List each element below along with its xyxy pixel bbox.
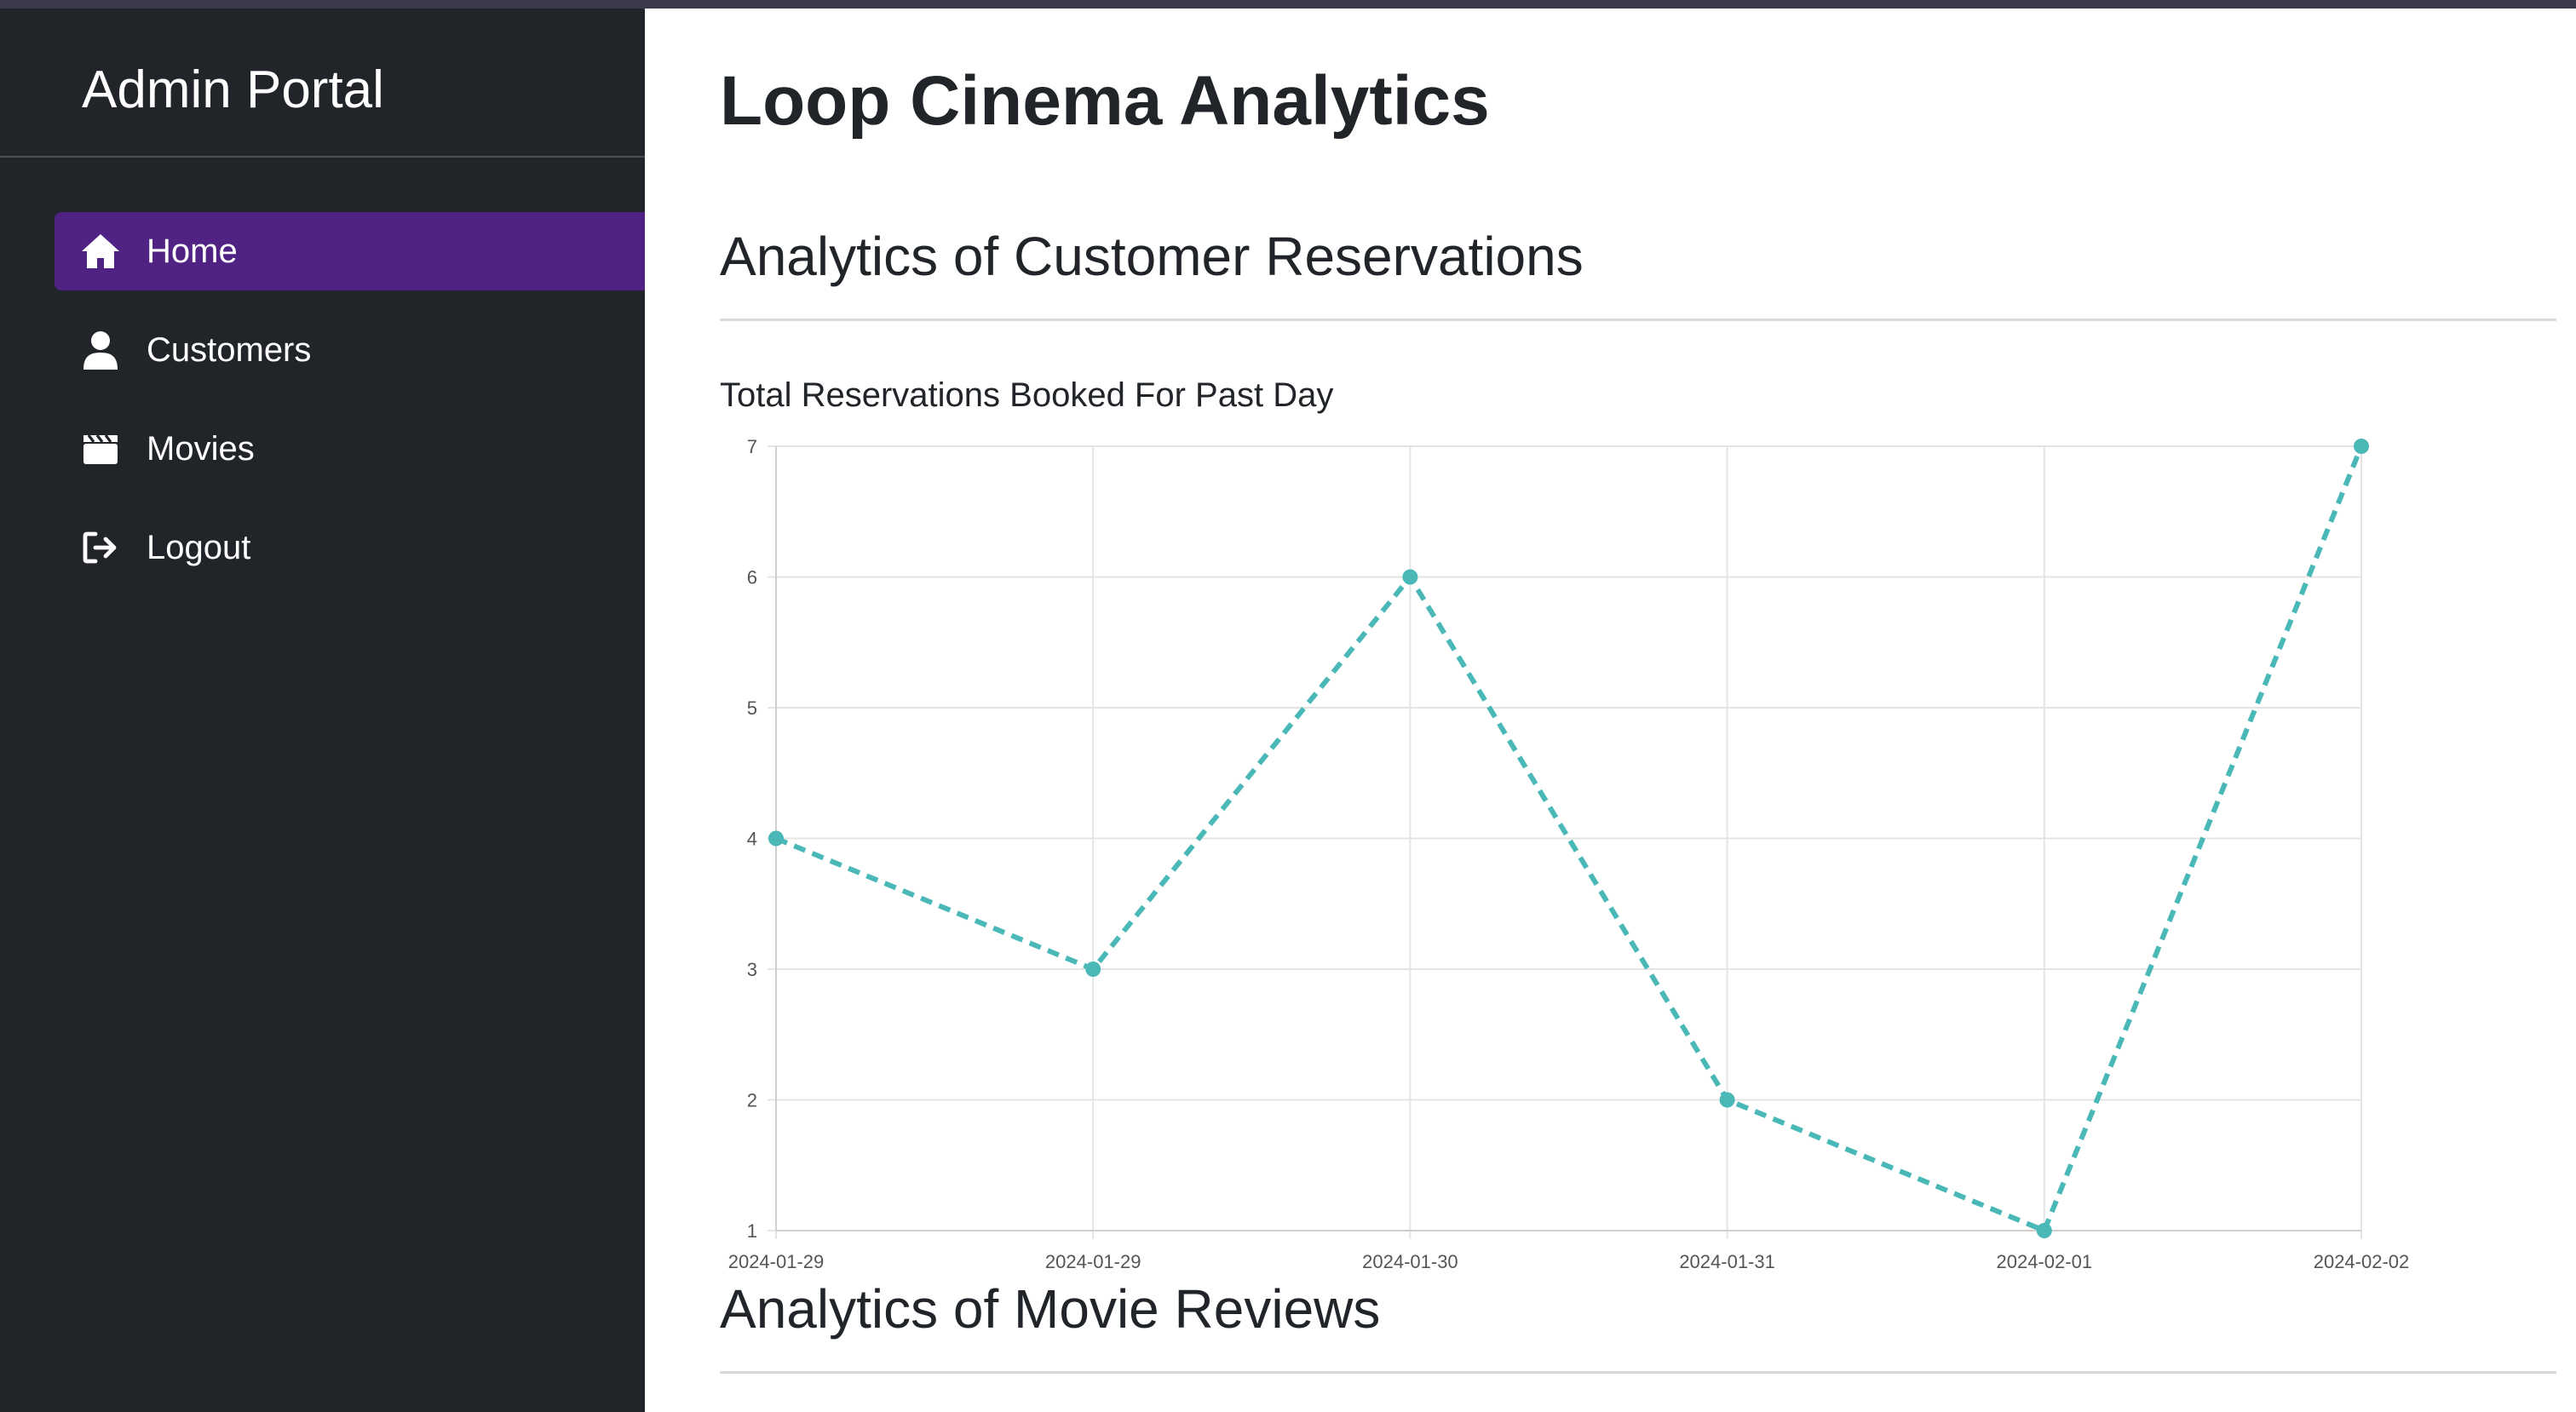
main-content: Loop Cinema Analytics Analytics of Custo… <box>645 9 2576 1412</box>
data-point <box>2354 439 2369 454</box>
user-icon <box>73 323 128 377</box>
y-tick-label: 5 <box>747 697 757 719</box>
sidebar-item-home[interactable]: Home <box>55 212 645 290</box>
y-tick-label: 1 <box>747 1220 757 1242</box>
y-tick-label: 6 <box>747 567 757 588</box>
sidebar: Admin Portal Home Customers Movies Logou… <box>0 9 645 1412</box>
sidebar-item-label: Home <box>147 232 238 270</box>
y-tick-label: 3 <box>747 959 757 980</box>
brand-divider <box>0 156 645 158</box>
logout-icon <box>73 520 128 575</box>
data-point <box>1719 1092 1735 1108</box>
home-icon <box>73 224 128 278</box>
x-tick-label: 2024-01-30 <box>1362 1251 1458 1272</box>
window-top-bar <box>0 0 2576 9</box>
x-tick-label: 2024-02-02 <box>2314 1251 2410 1272</box>
sidebar-item-movies[interactable]: Movies <box>55 410 645 488</box>
y-tick-label: 2 <box>747 1090 757 1111</box>
section-title-reviews: Analytics of Movie Reviews <box>720 1278 1381 1340</box>
sidebar-item-logout[interactable]: Logout <box>55 508 645 587</box>
section-divider <box>720 1371 2556 1374</box>
clapperboard-icon <box>73 422 128 476</box>
x-tick-label: 2024-02-01 <box>1997 1251 2093 1272</box>
data-point <box>768 830 784 847</box>
x-tick-label: 2024-01-29 <box>728 1251 825 1272</box>
brand-title: Admin Portal <box>82 60 384 119</box>
y-tick-label: 7 <box>747 436 757 457</box>
sidebar-item-customers[interactable]: Customers <box>55 311 645 389</box>
reservations-line-chart: 1 2 3 4 5 6 7 2024-01-29 2024-01-29 2024-01-30 202… <box>728 436 2410 1272</box>
x-tick-label: 2024-01-31 <box>1679 1251 1775 1272</box>
x-tick-label: 2024-01-29 <box>1045 1251 1141 1272</box>
sidebar-item-label: Movies <box>147 429 255 468</box>
data-point <box>1402 569 1418 585</box>
sidebar-item-label: Logout <box>147 528 251 566</box>
sidebar-item-label: Customers <box>147 330 312 369</box>
y-tick-label: 4 <box>747 829 757 850</box>
data-point <box>2036 1223 2052 1238</box>
data-point <box>1085 961 1101 977</box>
